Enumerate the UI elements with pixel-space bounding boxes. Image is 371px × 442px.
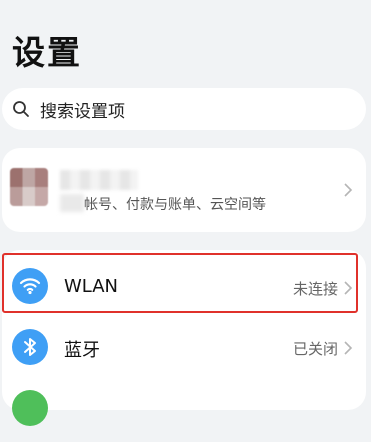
search-bar[interactable]: 搜索设置项 xyxy=(2,88,366,130)
search-placeholder: 搜索设置项 xyxy=(40,102,125,122)
search-icon xyxy=(13,101,29,117)
account-sub-blurred xyxy=(60,194,84,212)
settings-item-wlan[interactable]: WLAN 未连接 xyxy=(2,254,366,318)
status-text: 已关闭 xyxy=(292,340,338,358)
chevron-right-icon xyxy=(344,281,353,295)
settings-item-partial[interactable] xyxy=(2,378,366,442)
settings-item-label: 蓝牙 xyxy=(64,340,100,361)
account-name-blurred xyxy=(60,170,138,190)
settings-list: WLAN 未连接 蓝牙 已关闭 xyxy=(2,250,366,426)
chevron-right-icon xyxy=(344,341,353,355)
avatar xyxy=(10,168,48,206)
chevron-right-icon xyxy=(344,183,353,197)
wifi-icon xyxy=(12,268,48,304)
page-title: 设置 xyxy=(12,33,82,72)
settings-item-label: WLAN xyxy=(64,276,119,297)
account-card[interactable]: 帐号、付款与账单、云空间等 xyxy=(2,148,366,232)
account-subtitle: 帐号、付款与账单、云空间等 xyxy=(84,197,266,213)
app-icon xyxy=(12,390,48,426)
status-text: 未连接 xyxy=(292,280,338,298)
settings-item-bluetooth[interactable]: 蓝牙 已关闭 xyxy=(2,316,366,380)
bluetooth-icon xyxy=(12,329,48,365)
